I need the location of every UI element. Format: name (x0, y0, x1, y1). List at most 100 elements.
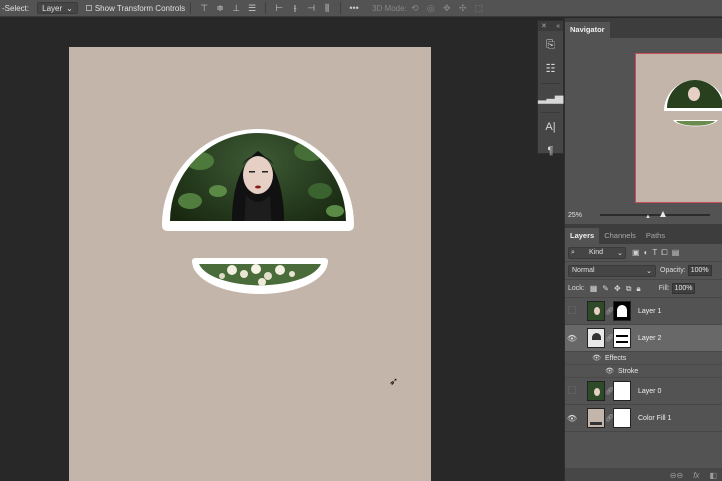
chevron-down-icon: ⌄ (617, 249, 623, 257)
layer-name[interactable]: Layer 0 (638, 388, 661, 395)
navigator-tabs: Navigator (565, 18, 722, 38)
fill-swatch-bar (590, 422, 602, 425)
layer-name[interactable]: Layer 2 (638, 335, 661, 342)
tab-channels[interactable]: Channels (599, 228, 641, 244)
layer-mask-thumbnail[interactable] (613, 328, 631, 348)
stroke-label: Stroke (618, 367, 639, 375)
adjustment-filter-icon[interactable]: ◐ (644, 248, 649, 258)
paragraph-icon[interactable]: ¶ (538, 141, 563, 161)
show-transform-label: Show Transform Controls (94, 3, 186, 13)
character-icon[interactable]: A| (538, 117, 563, 137)
kind-filter-value: Kind (589, 249, 604, 256)
canvas-workspace[interactable]: ➶ (0, 18, 535, 481)
fx-icon[interactable]: fx (693, 471, 699, 480)
lower-photo-layer (192, 258, 328, 294)
fill-field[interactable]: 100% (671, 283, 696, 294)
shape-filter-icon[interactable]: ⧠ (661, 248, 667, 258)
effects-row[interactable]: 👁︎ Effects (565, 352, 722, 365)
lock-artboard-icon[interactable]: ⧉ (626, 284, 632, 294)
document-canvas[interactable]: ➶ (69, 47, 431, 481)
histogram-icon[interactable]: ▂▃▅ (538, 88, 563, 108)
mask-link-icon[interactable]: 🔗︎ (605, 334, 614, 342)
navigator-thumbnail (664, 80, 722, 127)
align-right-icon[interactable]: ⊣ (304, 3, 318, 14)
collapse-icon[interactable]: « (556, 23, 560, 30)
pan-3d-icon[interactable]: ✥ (440, 3, 454, 14)
right-panel-area: Navigator 25% ▲ Layers Channels Paths ⌕ K… (564, 18, 722, 481)
history-icon[interactable]: ⎘ (538, 35, 563, 55)
close-icon[interactable]: ✕ (541, 22, 547, 30)
layer-thumbnail (587, 328, 605, 348)
orbit-icon[interactable]: ⟲ (408, 3, 422, 14)
eye-icon[interactable]: 👁︎ (565, 414, 579, 423)
lock-position-icon[interactable]: ✥ (614, 284, 621, 293)
tab-navigator[interactable]: Navigator (565, 22, 610, 38)
align-vcenter-icon[interactable]: ≑ (213, 3, 227, 14)
divider (190, 2, 192, 14)
filter-row: ⌕ Kind ⌄ ▣ ◐ T ⧠ ▤ (565, 244, 722, 262)
lock-label: Lock: (568, 285, 585, 292)
layer-row-layer-1[interactable]: 🔗︎ Layer 1 (565, 298, 722, 325)
layer-name[interactable]: Layer 1 (638, 308, 661, 315)
zoom-slider-handle[interactable] (660, 211, 667, 217)
eye-icon[interactable]: 👁︎ (565, 334, 579, 343)
tab-paths[interactable]: Paths (641, 228, 670, 244)
align-bottom-icon[interactable]: ⊥ (229, 3, 243, 14)
zoom-out-icon[interactable]: ▲ (645, 214, 651, 220)
lock-pixels-icon[interactable]: ✎ (602, 284, 609, 293)
layers-tabs: Layers Channels Paths (565, 224, 722, 244)
pixel-filter-icon[interactable]: ▣ (632, 248, 640, 258)
stroke-effect-row[interactable]: 👁︎ Stroke (565, 365, 722, 378)
layer-thumbnail (587, 381, 605, 401)
options-bar: -Select: Layer ⌄ Show Transform Controls … (0, 0, 722, 17)
roll-icon[interactable]: ◎ (424, 3, 438, 14)
align-horizontal-icon[interactable]: ☰ (245, 3, 259, 14)
zoom-slider[interactable]: ▲ (600, 211, 711, 220)
type-filter-icon[interactable]: T (652, 248, 657, 258)
eye-icon[interactable]: 👁︎ (565, 367, 614, 375)
lock-all-icon[interactable]: 🔒︎ (636, 284, 640, 294)
mask-shape (616, 335, 628, 337)
layer-row-layer-0[interactable]: 🔗︎ Layer 0 (565, 378, 722, 405)
layer-row-color-fill-1[interactable]: 👁︎ 🔗︎ Color Fill 1 (565, 405, 722, 432)
opacity-field[interactable]: 100% (687, 265, 712, 276)
show-transform-checkbox[interactable] (85, 5, 92, 11)
distribute-icon[interactable]: ⫼ (320, 3, 334, 14)
visibility-toggle[interactable] (565, 386, 579, 396)
mask-link-icon[interactable]: 🔗︎ (605, 307, 614, 315)
link-layers-icon[interactable]: ⊖⊖ (670, 471, 683, 480)
layer-mask-thumbnail[interactable] (613, 301, 631, 321)
dock-header: ✕ « (538, 21, 563, 31)
3d-mode-label: 3D Mode: (372, 3, 407, 13)
more-options-icon[interactable]: ••• (347, 3, 361, 13)
kind-filter-dropdown[interactable]: ⌕ Kind ⌄ (568, 246, 626, 259)
smart-filter-icon[interactable]: ▤ (672, 248, 680, 258)
scale-3d-icon[interactable]: ⬚ (472, 3, 486, 14)
tab-layers[interactable]: Layers (565, 228, 600, 244)
circle-photo-layer (162, 129, 354, 231)
mask-link-icon[interactable]: 🔗︎ (605, 414, 614, 422)
mask-shape (617, 305, 627, 317)
navigator-preview[interactable] (635, 53, 722, 203)
lock-transparent-icon[interactable]: ▦ (590, 284, 598, 293)
slide-icon[interactable]: ✣ (456, 3, 470, 14)
eye-icon[interactable]: 👁︎ (565, 354, 601, 362)
auto-select-dropdown[interactable]: Layer ⌄ (37, 2, 78, 14)
zoom-value[interactable]: 25% (568, 212, 582, 219)
layers-bottom-bar: ⊖⊖ fx ◧ (565, 468, 722, 481)
layer-mask-thumbnail[interactable] (613, 381, 631, 401)
visibility-toggle[interactable] (565, 306, 579, 316)
add-mask-icon[interactable]: ◧ (709, 471, 717, 480)
opacity-label: Opacity: (660, 267, 686, 274)
align-top-icon[interactable]: ⊤ (197, 3, 211, 14)
layer-row-layer-2[interactable]: 👁︎ 🔗︎ Layer 2 (565, 325, 722, 352)
blend-mode-dropdown[interactable]: Normal ⌄ (568, 264, 656, 277)
align-left-icon[interactable]: ⊢ (272, 3, 286, 14)
mask-link-icon[interactable]: 🔗︎ (605, 387, 614, 395)
layer-name[interactable]: Color Fill 1 (638, 415, 671, 422)
layer-mask-thumbnail[interactable] (613, 408, 631, 428)
adjustments-icon[interactable]: ☷ (538, 59, 563, 79)
align-hcenter-icon[interactable]: ⫲ (288, 3, 302, 14)
portrait-face (594, 388, 600, 396)
zoom-row: 25% ▲ (565, 208, 722, 222)
